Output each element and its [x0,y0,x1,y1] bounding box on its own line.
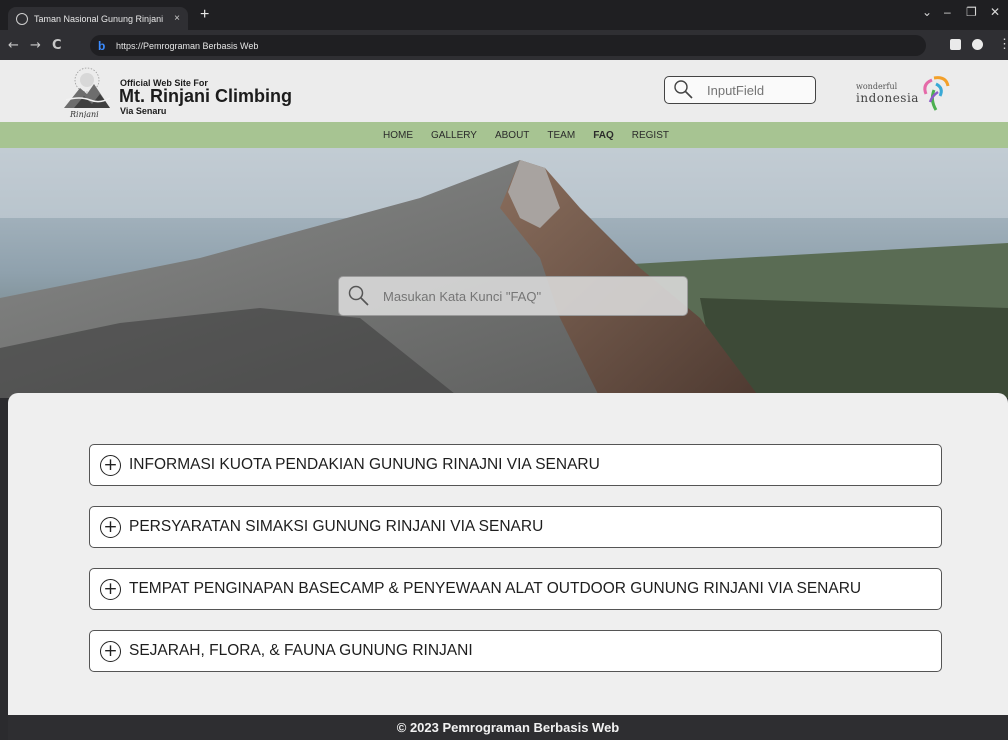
search-icon [674,80,693,99]
tab-close-icon[interactable]: × [174,13,180,24]
faq-item-simaksi[interactable]: + PERSYARATAN SIMAKSI GUNUNG RINJANI VIA… [89,506,942,548]
nav-gallery[interactable]: GALLERY [431,130,477,141]
faq-question: TEMPAT PENGINAPAN BASECAMP & PENYEWAAN A… [129,580,862,597]
garuda-icon [923,76,950,111]
close-window-button[interactable]: ✕ [990,5,1000,19]
main-nav: HOME GALLERY ABOUT TEAM FAQ REGIST [0,122,1008,148]
expand-plus-icon[interactable]: + [100,578,121,600]
sidebar-icon[interactable] [950,39,961,50]
faq-item-basecamp[interactable]: + TEMPAT PENGINAPAN BASECAMP & PENYEWAAN… [89,568,942,610]
nav-about[interactable]: ABOUT [495,130,529,141]
menu-icon[interactable]: ⋮ [998,36,1008,52]
expand-plus-icon[interactable]: + [100,640,121,662]
faq-question: SEJARAH, FLORA, & FAUNA GUNUNG RINJANI [129,642,473,659]
back-icon[interactable]: ← [8,38,19,53]
address-bar[interactable]: b https://Pemrograman Berbasis Web [90,35,926,56]
partner-logo-text: indonesia [856,91,919,105]
restore-button[interactable]: ❐ [966,5,977,19]
site-header: Rinjani Official Web Site For Mt. Rinjan… [0,60,1008,122]
site-footer: © 2023 Pemrograman Berbasis Web [8,715,1008,740]
nav-home[interactable]: HOME [383,130,413,141]
forward-icon[interactable]: → [30,38,41,53]
nav-regist[interactable]: REGIST [632,130,669,141]
url-text: https://Pemrograman Berbasis Web [116,40,259,51]
bing-icon: b [98,38,106,53]
reload-icon[interactable]: C [52,38,62,53]
browser-toolbar: ← → C b https://Pemrograman Berbasis Web… [0,30,1008,60]
tab-search-icon[interactable]: ⌄ [922,5,932,19]
tab-title: Taman Nasional Gunung Rinjani [34,13,164,24]
footer-copyright: © 2023 Pemrograman Berbasis Web [396,720,620,735]
logo-caption: Rinjani [69,110,99,118]
nav-team[interactable]: TEAM [547,130,575,141]
hero-search-box[interactable] [338,276,688,316]
minimize-button[interactable]: – [944,5,951,19]
site-title: Mt. Rinjani Climbing [119,86,292,106]
mountain-hero-image [0,148,1008,398]
nav-faq[interactable]: FAQ [593,130,614,141]
hero-banner [0,148,1008,398]
faq-search-input[interactable] [383,288,683,304]
browser-tab[interactable]: Taman Nasional Gunung Rinjani × [8,7,188,30]
site-subtitle: Via Senaru [120,106,167,116]
expand-plus-icon[interactable]: + [100,454,121,476]
browser-tab-bar: Taman Nasional Gunung Rinjani × + ⌄ – ❐ … [0,0,1008,30]
faq-question: INFORMASI KUOTA PENDAKIAN GUNUNG RINAJNI… [129,456,600,473]
faq-question: PERSYARATAN SIMAKSI GUNUNG RINJANI VIA S… [129,518,544,535]
partner-logo-small-text: wonderful [856,82,898,91]
globe-icon [16,12,28,25]
profile-icon[interactable] [972,39,983,50]
new-tab-button[interactable]: + [200,7,209,23]
header-search-box[interactable] [664,76,816,104]
wonderful-indonesia-logo: wonderful indonesia [856,74,956,114]
faq-panel: + INFORMASI KUOTA PENDAKIAN GUNUNG RINAJ… [8,393,1008,715]
faq-item-sejarah[interactable]: + SEJARAH, FLORA, & FAUNA GUNUNG RINJANI [89,630,942,672]
faq-item-kuota[interactable]: + INFORMASI KUOTA PENDAKIAN GUNUNG RINAJ… [89,444,942,486]
search-icon [348,285,369,306]
header-search-input[interactable] [707,82,807,98]
rinjani-logo: Rinjani [64,67,111,118]
expand-plus-icon[interactable]: + [100,516,121,538]
